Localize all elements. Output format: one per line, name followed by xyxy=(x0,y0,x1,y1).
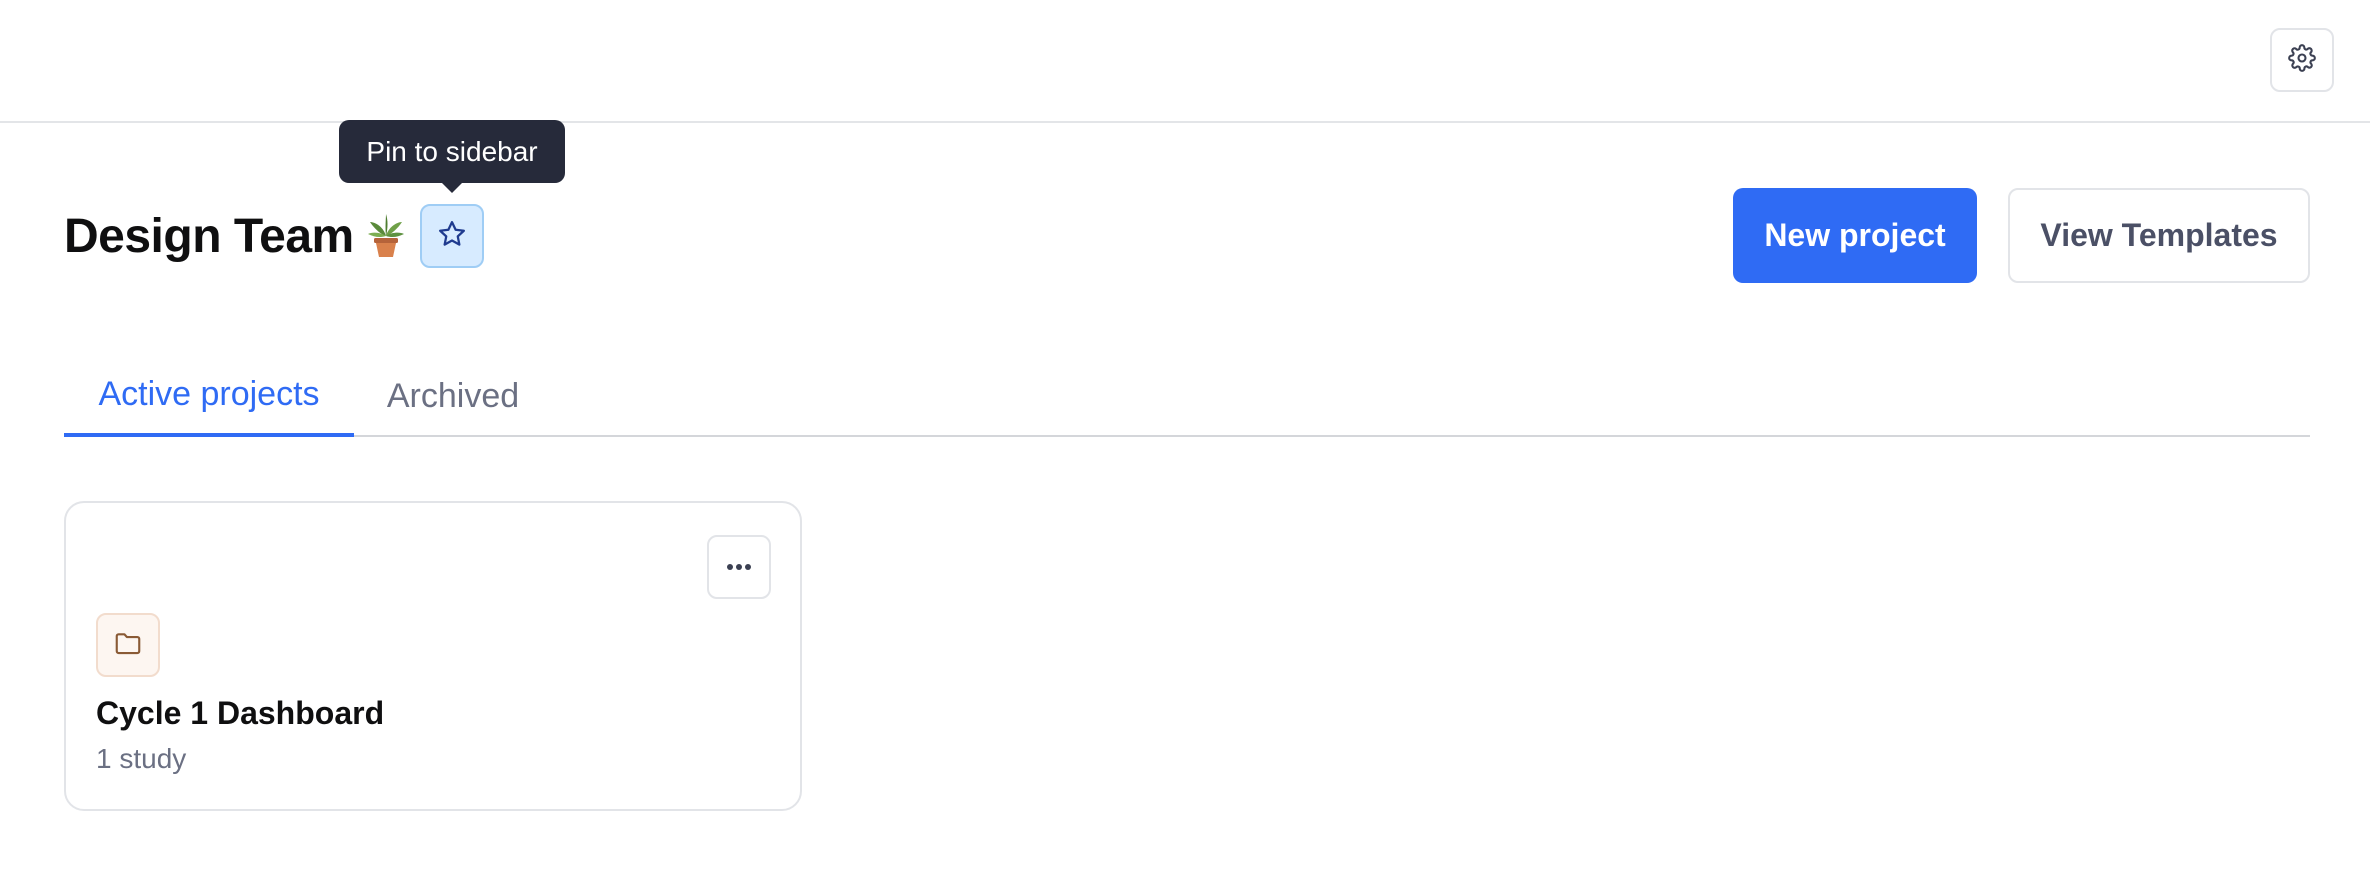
project-tabs: Active projects Archived xyxy=(64,356,2310,437)
top-bar xyxy=(0,0,2370,123)
gear-icon xyxy=(2288,43,2316,77)
project-icon-box xyxy=(96,613,160,677)
project-name[interactable]: Cycle 1 Dashboard xyxy=(96,695,384,732)
view-templates-button[interactable]: View Templates xyxy=(2008,188,2310,283)
page-title: Design Team xyxy=(64,209,354,263)
more-horizontal-icon xyxy=(725,558,753,576)
potted-plant-icon xyxy=(366,214,406,258)
project-menu-button[interactable] xyxy=(707,535,771,599)
project-card[interactable]: Cycle 1 Dashboard 1 study xyxy=(64,501,802,811)
tab-active-projects[interactable]: Active projects xyxy=(64,356,354,437)
pin-tooltip: Pin to sidebar xyxy=(339,120,565,193)
tab-archived[interactable]: Archived xyxy=(354,356,552,437)
star-icon xyxy=(437,219,467,254)
settings-button[interactable] xyxy=(2270,28,2334,92)
pin-to-sidebar-button[interactable] xyxy=(419,204,484,268)
page-header: Design Team xyxy=(64,204,484,268)
folder-icon xyxy=(113,628,143,663)
project-study-count: 1 study xyxy=(96,743,187,774)
new-project-button[interactable]: New project xyxy=(1733,188,1977,283)
